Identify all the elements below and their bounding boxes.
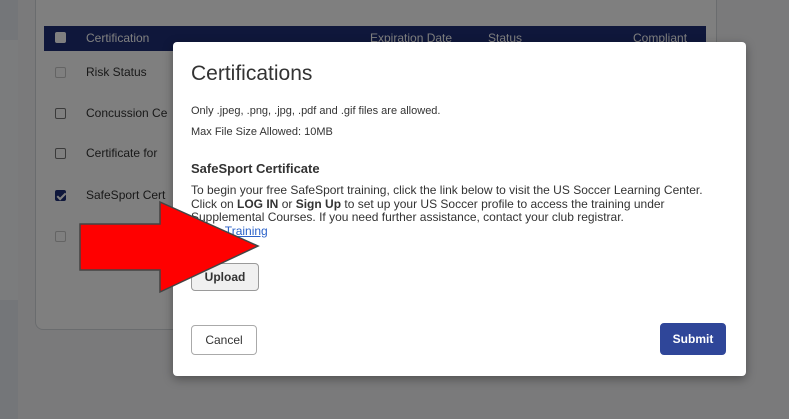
red-arrow-shape — [79, 200, 260, 294]
allowed-file-types-text: Only .jpeg, .png, .jpg, .pdf and .gif fi… — [191, 105, 441, 117]
red-arrow-annotation — [79, 200, 260, 294]
modal-title: Certifications — [191, 62, 313, 85]
instructions-part: or — [278, 196, 296, 211]
instructions-text: To begin your free SafeSport training, c… — [191, 183, 731, 238]
section-title: SafeSport Certificate — [191, 161, 320, 176]
submit-button[interactable]: Submit — [660, 323, 726, 355]
cancel-button[interactable]: Cancel — [191, 325, 257, 355]
sign-up-text: Sign Up — [295, 196, 342, 211]
max-file-size-text: Max File Size Allowed: 10MB — [191, 126, 333, 138]
